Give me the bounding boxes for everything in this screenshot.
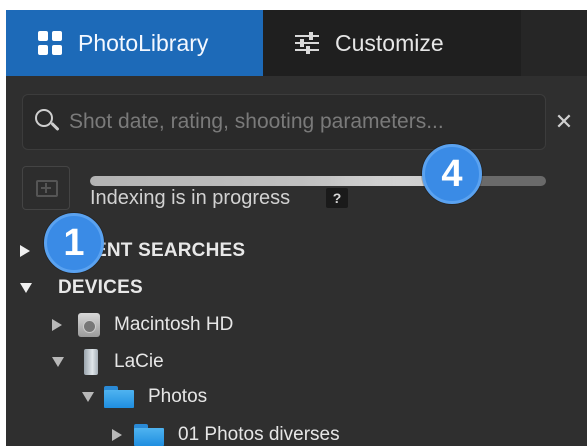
recent-searches-label: ENT SEARCHES	[94, 240, 246, 261]
tree-item-lacie[interactable]: LaCie	[52, 347, 164, 377]
hard-drive-icon	[78, 313, 100, 337]
external-drive-icon	[84, 349, 98, 375]
tab-photolibrary[interactable]: PhotoLibrary	[6, 10, 263, 76]
tab-bar: PhotoLibrary Customize	[6, 10, 587, 76]
collapse-arrow-icon[interactable]	[52, 357, 64, 367]
devices-label: DEVICES	[58, 277, 143, 298]
tree-item-01-photos-diverses[interactable]: 01 Photos diverses	[112, 420, 340, 446]
expand-arrow-icon[interactable]	[52, 319, 62, 331]
search-input[interactable]	[69, 110, 545, 134]
help-button[interactable]: ?	[326, 188, 348, 208]
callout-badge: 1	[44, 213, 104, 273]
expand-arrow-icon[interactable]	[112, 429, 122, 441]
add-folder-button[interactable]	[22, 166, 70, 210]
tree-item-macintosh-hd[interactable]: Macintosh HD	[52, 310, 233, 340]
close-icon[interactable]: ✕	[552, 110, 576, 134]
tree-item-label: Photos	[148, 386, 208, 407]
tree-item-label: Macintosh HD	[114, 314, 234, 335]
indexing-progress-fill	[90, 176, 432, 186]
tab-bar-filler	[521, 10, 587, 76]
tree-item-photos[interactable]: Photos	[82, 382, 207, 412]
grid-icon	[38, 31, 62, 55]
folder-icon	[104, 386, 134, 408]
collapse-arrow-icon[interactable]	[82, 392, 94, 402]
sliders-icon	[295, 32, 319, 54]
tab-photolibrary-label: PhotoLibrary	[78, 29, 209, 56]
folder-icon	[134, 424, 164, 446]
indexing-status-label: Indexing is in progress	[90, 187, 291, 209]
tree-item-label: 01 Photos diverses	[178, 424, 340, 445]
tab-customize-label: Customize	[335, 29, 444, 56]
collapse-arrow-icon[interactable]	[20, 283, 32, 293]
photo-library-panel: PhotoLibrary Customize ✕ Indexing is in …	[0, 0, 587, 446]
search-box	[22, 94, 546, 150]
callout-badge: 4	[422, 144, 482, 204]
folder-plus-icon	[36, 180, 58, 197]
expand-arrow-icon[interactable]	[20, 245, 30, 257]
tree-item-label: LaCie	[114, 351, 164, 372]
tree-section-devices[interactable]: DEVICES	[20, 273, 143, 303]
tab-customize[interactable]: Customize	[263, 10, 521, 76]
search-icon	[35, 107, 65, 137]
